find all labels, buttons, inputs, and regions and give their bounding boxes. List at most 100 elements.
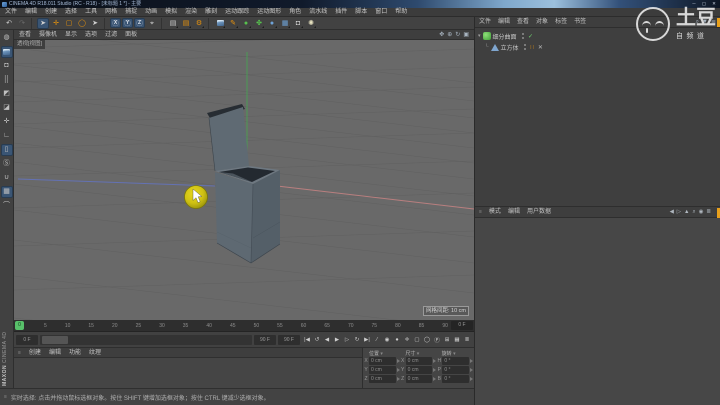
value-stepper[interactable]: [433, 368, 436, 372]
search-icon[interactable]: ⌕: [692, 209, 695, 216]
value-stepper[interactable]: [397, 368, 400, 372]
coordinate-value-field[interactable]: 0 cm: [406, 366, 433, 374]
attribute-menu-item[interactable]: 模式: [489, 206, 501, 218]
workplane-grid-icon[interactable]: ▦: [1, 186, 13, 198]
move-tool-icon[interactable]: ✛: [50, 18, 62, 29]
object-label[interactable]: 细分曲面: [493, 32, 517, 41]
menu-item[interactable]: 插件: [335, 8, 347, 17]
axis-workplane-icon[interactable]: ∟: [1, 130, 13, 142]
add-spline-icon[interactable]: ✎: [227, 18, 239, 29]
toolbar-separator[interactable]: [208, 18, 211, 29]
history-back-icon[interactable]: ◀: [670, 209, 674, 215]
size-group-label[interactable]: 尺寸 ▾: [400, 350, 436, 357]
selection-tag[interactable]: ∷: [530, 44, 534, 51]
lock-workplane-icon[interactable]: ⌒: [1, 200, 13, 212]
pan-view-icon[interactable]: ✥: [439, 30, 444, 40]
model-mode-icon[interactable]: [1, 46, 13, 58]
value-stepper[interactable]: [470, 368, 473, 372]
playback-options-button[interactable]: ▦: [452, 334, 462, 345]
add-camera-icon[interactable]: ◘: [292, 18, 304, 29]
play-reverse-button[interactable]: ↺: [312, 334, 322, 345]
minimize-button[interactable]: ─: [690, 0, 698, 8]
enable-snap-icon[interactable]: Ⓢ: [1, 158, 13, 170]
menu-item[interactable]: 编辑: [25, 8, 37, 17]
render-settings-icon[interactable]: ⚙: [193, 18, 205, 29]
material-menu-item[interactable]: 功能: [69, 348, 81, 358]
next-frame-button[interactable]: ▷: [342, 334, 352, 345]
goto-end-button[interactable]: ▶|: [362, 334, 372, 345]
lock-x-axis-button[interactable]: X: [110, 18, 121, 28]
add-subdivision-surface-icon[interactable]: ●: [240, 18, 252, 29]
menu-item[interactable]: 工具: [85, 8, 97, 17]
expander-icon[interactable]: ▾: [478, 33, 481, 39]
add-deformer-icon[interactable]: ✤: [253, 18, 265, 29]
filter-icon[interactable]: ▼: [702, 19, 708, 25]
toolbar-separator[interactable]: [104, 18, 107, 29]
lock-icon[interactable]: ◉: [699, 209, 704, 215]
visibility-dots[interactable]: [522, 33, 525, 40]
value-stepper[interactable]: [397, 377, 400, 381]
render-view-icon[interactable]: ▤: [167, 18, 179, 29]
close-button[interactable]: ✕: [710, 0, 718, 8]
timeline-ruler[interactable]: 0 51015202530354045505560657075808590 0 …: [14, 320, 474, 332]
add-environment-icon[interactable]: ●: [266, 18, 278, 29]
menu-item[interactable]: 角色: [289, 8, 301, 17]
panel-icon[interactable]: ≡: [18, 350, 21, 356]
material-menu-item[interactable]: 编辑: [49, 348, 61, 358]
object-manager-menu-item[interactable]: 文件: [479, 17, 491, 28]
value-stepper[interactable]: [433, 377, 436, 381]
position-group-label[interactable]: 位置 ▾: [364, 350, 400, 357]
viewport-menu-item[interactable]: 面板: [125, 30, 137, 40]
menu-item[interactable]: 脚本: [355, 8, 367, 17]
pin-icon[interactable]: ▲: [684, 209, 689, 215]
enabled-state-tag[interactable]: ✓: [528, 33, 533, 40]
history-forward-icon[interactable]: ▷: [677, 209, 681, 215]
coordinate-value-field[interactable]: 0 cm: [369, 357, 396, 365]
menu-item[interactable]: 运动图形: [257, 8, 281, 17]
magnet-snap-icon[interactable]: ∪: [1, 172, 13, 184]
key-position-button[interactable]: ✛: [402, 334, 412, 345]
rotation-group-label[interactable]: 旋转 ▾: [437, 350, 473, 357]
value-stepper[interactable]: [433, 359, 436, 363]
viewport-solo-icon[interactable]: ▯: [1, 144, 13, 156]
record-button[interactable]: ●: [392, 334, 402, 345]
undo-icon[interactable]: ↶: [3, 18, 15, 29]
coordinate-system-icon[interactable]: ⌖: [146, 18, 158, 29]
menu-item[interactable]: 窗口: [375, 8, 387, 17]
range-end-field[interactable]: 90 F: [278, 335, 300, 345]
make-editable-icon[interactable]: ◍: [1, 32, 13, 44]
material-menu-item[interactable]: 纹理: [89, 348, 101, 358]
visibility-dots[interactable]: [524, 44, 527, 51]
render-picture-viewer-icon[interactable]: ▤: [180, 18, 192, 29]
panel-menu-icon[interactable]: ≣: [711, 19, 716, 26]
coordinate-value-field[interactable]: 0 cm: [369, 375, 396, 383]
key-parameter-button[interactable]: Ⓟ: [432, 334, 442, 345]
menu-item[interactable]: 选择: [65, 8, 77, 17]
object-manager-menu-item[interactable]: 书签: [574, 17, 586, 28]
polygon-mode-icon[interactable]: ◪: [1, 102, 13, 114]
menu-item[interactable]: 模拟: [165, 8, 177, 17]
object-manager-menu-item[interactable]: 编辑: [498, 17, 510, 28]
viewport-menu-item[interactable]: 查看: [19, 30, 31, 40]
object-tree[interactable]: ▾ 细分曲面 ✓ └ 立方体 ∷ ✕: [475, 28, 720, 206]
menu-item[interactable]: 创建: [45, 8, 57, 17]
menu-item[interactable]: 帮助: [395, 8, 407, 17]
add-modeling-object-icon[interactable]: ▦: [279, 18, 291, 29]
live-selection-icon[interactable]: ➤: [37, 18, 49, 29]
viewport-menu-item[interactable]: 选项: [85, 30, 97, 40]
menu-item[interactable]: 雕刻: [205, 8, 217, 17]
last-tool-icon[interactable]: ➤: [89, 18, 101, 29]
viewport-menu-item[interactable]: 显示: [65, 30, 77, 40]
object-row-cube[interactable]: └ 立方体 ∷ ✕: [485, 42, 543, 52]
menu-item[interactable]: 捕捉: [125, 8, 137, 17]
current-frame-field[interactable]: 0 F: [451, 321, 473, 330]
texture-mode-icon[interactable]: ◘: [1, 60, 13, 72]
coordinate-value-field[interactable]: 0 °: [442, 375, 469, 383]
menu-item[interactable]: 网格: [105, 8, 117, 17]
viewport-menu-item[interactable]: 过滤: [105, 30, 117, 40]
scrollbar-handle[interactable]: [42, 336, 68, 344]
value-stepper[interactable]: [470, 377, 473, 381]
value-stepper[interactable]: [470, 359, 473, 363]
coordinate-value-field[interactable]: 0 °: [442, 366, 469, 374]
menu-item[interactable]: 流水线: [309, 8, 327, 17]
